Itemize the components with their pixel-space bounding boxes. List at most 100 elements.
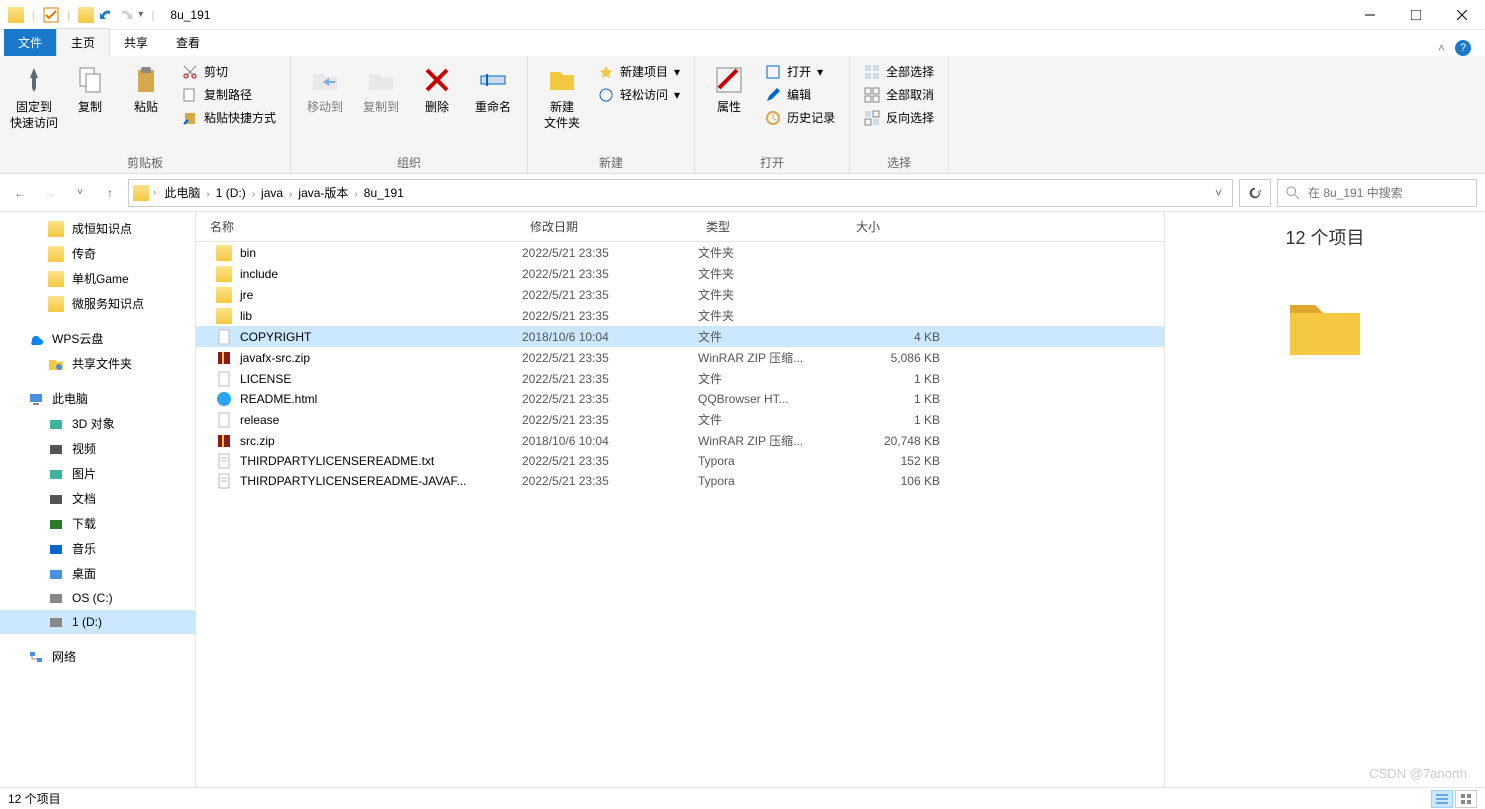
group-label-clipboard: 剪贴板 [8, 152, 282, 171]
selectall-button[interactable]: 全部选择 [858, 60, 940, 83]
delete-button[interactable]: 删除 [411, 60, 463, 120]
moveto-button[interactable]: 移动到 [299, 60, 351, 120]
copyto-button[interactable]: 复制到 [355, 60, 407, 120]
selectnone-button[interactable]: 全部取消 [858, 83, 940, 106]
group-label-organize: 组织 [299, 152, 519, 171]
file-row[interactable]: THIRDPARTYLICENSEREADME-JAVAF...2022/5/2… [196, 471, 1164, 491]
file-row[interactable]: THIRDPARTYLICENSEREADME.txt2022/5/21 23:… [196, 451, 1164, 471]
nav-thispc[interactable]: 此电脑 [0, 386, 195, 411]
file-row[interactable]: src.zip2018/10/6 10:04WinRAR ZIP 压缩...20… [196, 430, 1164, 451]
address-dropdown-icon[interactable]: ˅ [1209, 186, 1228, 200]
file-row[interactable]: LICENSE2022/5/21 23:35文件1 KB [196, 368, 1164, 389]
nav-item[interactable]: 3D 对象 [0, 411, 195, 436]
history-button[interactable]: 历史记录 [759, 106, 841, 129]
nav-item[interactable]: 微服务知识点 [0, 291, 195, 316]
breadcrumb-item[interactable]: 此电脑 [160, 184, 204, 202]
file-row[interactable]: COPYRIGHT2018/10/6 10:04文件4 KB [196, 326, 1164, 347]
nav-item[interactable]: 下载 [0, 511, 195, 536]
search-input[interactable] [1308, 186, 1468, 200]
group-label-select: 选择 [858, 152, 940, 171]
file-row[interactable]: include2022/5/21 23:35文件夹 [196, 263, 1164, 284]
status-text: 12 个项目 [8, 790, 61, 807]
col-type[interactable]: 类型 [698, 212, 848, 241]
breadcrumb-item[interactable]: 1 (D:) [212, 184, 250, 202]
pin-button[interactable]: 固定到 快速访问 [8, 60, 60, 135]
rename-button[interactable]: 重命名 [467, 60, 519, 120]
nav-item[interactable]: 音乐 [0, 536, 195, 561]
minimize-button[interactable] [1347, 0, 1393, 30]
col-size[interactable]: 大小 [848, 212, 952, 241]
recent-dropdown[interactable]: ˅ [68, 181, 92, 205]
separator: | [67, 8, 70, 22]
properties-button[interactable]: 属性 [703, 60, 755, 120]
redo-icon[interactable] [118, 7, 134, 23]
copypath-button[interactable]: 复制路径 [176, 83, 282, 106]
breadcrumb-item[interactable]: 8u_191 [360, 184, 408, 202]
tab-view[interactable]: 查看 [162, 29, 214, 56]
file-list[interactable]: 名称 修改日期 类型 大小 bin2022/5/21 23:35文件夹inclu… [196, 212, 1165, 787]
copy-button[interactable]: 复制 [64, 60, 116, 120]
titlebar: | | ▾ | 8u_191 [0, 0, 1485, 30]
search-icon [1286, 186, 1300, 200]
file-row[interactable]: lib2022/5/21 23:35文件夹 [196, 305, 1164, 326]
file-row[interactable]: bin2022/5/21 23:35文件夹 [196, 242, 1164, 263]
nav-item[interactable]: 图片 [0, 461, 195, 486]
folder-icon[interactable] [78, 7, 94, 23]
separator: | [151, 8, 154, 22]
nav-item[interactable]: OS (C:) [0, 586, 195, 610]
col-name[interactable]: 名称 [196, 212, 522, 241]
folder-icon [133, 185, 149, 201]
open-button[interactable]: 打开 ▾ [759, 60, 841, 83]
nav-item[interactable]: 成恒知识点 [0, 216, 195, 241]
tab-share[interactable]: 共享 [110, 29, 162, 56]
newfolder-button[interactable]: 新建 文件夹 [536, 60, 588, 135]
nav-network[interactable]: 网络 [0, 644, 195, 669]
nav-item[interactable]: 传奇 [0, 241, 195, 266]
close-button[interactable] [1439, 0, 1485, 30]
search-box[interactable] [1277, 179, 1477, 207]
file-row[interactable]: README.html2022/5/21 23:35QQBrowser HT..… [196, 389, 1164, 409]
collapse-ribbon-icon[interactable]: ˄ [1438, 41, 1445, 55]
folder-large-icon [1285, 290, 1365, 360]
folder-icon [8, 7, 24, 23]
nav-item[interactable]: 1 (D:) [0, 610, 195, 634]
checkbox-icon[interactable] [43, 7, 59, 23]
nav-wps[interactable]: WPS云盘 [0, 326, 195, 351]
col-date[interactable]: 修改日期 [522, 212, 698, 241]
back-button[interactable]: ← [8, 181, 32, 205]
file-row[interactable]: jre2022/5/21 23:35文件夹 [196, 284, 1164, 305]
invert-button[interactable]: 反向选择 [858, 106, 940, 129]
newitem-button[interactable]: 新建项目 ▾ [592, 60, 686, 83]
maximize-button[interactable] [1393, 0, 1439, 30]
dropdown-icon[interactable]: ▾ [138, 9, 143, 20]
nav-wps-share[interactable]: 共享文件夹 [0, 351, 195, 376]
edit-button[interactable]: 编辑 [759, 83, 841, 106]
nav-item[interactable]: 桌面 [0, 561, 195, 586]
breadcrumb-item[interactable]: java-版本 [294, 184, 352, 202]
forward-button[interactable]: → [38, 181, 62, 205]
easyaccess-button[interactable]: 轻松访问 ▾ [592, 83, 686, 106]
view-details-button[interactable] [1431, 790, 1453, 808]
tab-file[interactable]: 文件 [4, 29, 56, 56]
nav-pane[interactable]: 成恒知识点传奇单机Game微服务知识点 WPS云盘 共享文件夹 此电脑 3D 对… [0, 212, 196, 787]
up-button[interactable]: ↑ [98, 181, 122, 205]
cut-button[interactable]: 剪切 [176, 60, 282, 83]
help-icon[interactable]: ? [1455, 40, 1471, 56]
paste-shortcut-button[interactable]: 粘贴快捷方式 [176, 106, 282, 129]
file-row[interactable]: javafx-src.zip2022/5/21 23:35WinRAR ZIP … [196, 347, 1164, 368]
tab-home[interactable]: 主页 [56, 28, 110, 56]
refresh-button[interactable] [1239, 179, 1271, 207]
ribbon-tabs: 文件 主页 共享 查看 ˄ ? [0, 30, 1485, 56]
address-bar[interactable]: › 此电脑›1 (D:)›java›java-版本›8u_191 ˅ [128, 179, 1233, 207]
group-label-open: 打开 [703, 152, 841, 171]
address-row: ← → ˅ ↑ › 此电脑›1 (D:)›java›java-版本›8u_191… [0, 174, 1485, 212]
nav-item[interactable]: 文档 [0, 486, 195, 511]
nav-item[interactable]: 单机Game [0, 266, 195, 291]
paste-button[interactable]: 粘贴 [120, 60, 172, 120]
file-row[interactable]: release2022/5/21 23:35文件1 KB [196, 409, 1164, 430]
ribbon: 固定到 快速访问 复制 粘贴 剪切 复制路径 粘贴快捷方式 剪贴板 移动到 复制… [0, 56, 1485, 174]
undo-icon[interactable] [98, 7, 114, 23]
view-icons-button[interactable] [1455, 790, 1477, 808]
breadcrumb-item[interactable]: java [257, 184, 287, 202]
nav-item[interactable]: 视频 [0, 436, 195, 461]
